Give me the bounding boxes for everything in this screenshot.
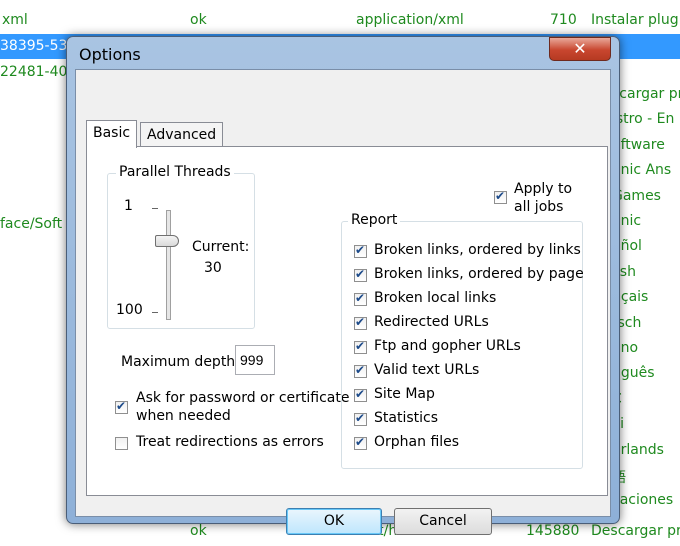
background-fragment: erlands [612,441,664,458]
report-item-label: Valid text URLs [374,362,480,378]
background-fragment: lish [612,263,636,280]
report-checkbox[interactable] [354,291,367,306]
ask-password-checkbox[interactable] [115,399,128,414]
background-fragment: añol [612,238,642,255]
background-fragment: ano [612,340,639,356]
background-fragment: C [612,391,680,407]
threads-slider-track[interactable] [166,210,171,320]
background-fragment: istro - En [612,111,675,128]
background-cell: xml [2,12,28,28]
report-group: Report Broken links, ordered by links Bro… [341,212,584,469]
report-item-label: Site Map [374,386,435,402]
background-cell: 22481-408 [0,64,77,80]
report-item-label: Redirected URLs [374,314,489,330]
report-checkbox[interactable] [354,243,367,258]
background-fragment: uguês [612,365,655,382]
report-checkbox[interactable] [354,435,367,450]
background-row[interactable]: xml ok application/xml 710 Instalar plug [0,8,680,33]
parallel-threads-group: Parallel Threads 1 100 Current: 30 [107,164,255,329]
tab-advanced[interactable]: Advanced [140,122,224,146]
slider-min-label: 1 [124,198,133,214]
report-checkbox[interactable] [354,411,367,426]
cancel-button[interactable]: Cancel [394,508,492,535]
background-fragment: 語 [612,467,680,487]
background-cell: 710 [550,12,577,28]
report-item-label: Ftp and gopher URLs [374,338,521,354]
background-fragment: onic [612,213,642,229]
ask-password-label-line2: when needed [136,408,231,424]
report-checkbox[interactable] [354,315,367,330]
report-checkbox[interactable] [354,267,367,282]
apply-all-jobs-checkbox[interactable] [494,189,507,204]
max-depth-label: Maximum depth: [121,354,240,370]
slider-tick [152,312,158,313]
options-dialog: Options ✕ Basic Advanced Parallel Thread… [66,36,620,535]
report-label: Report [348,212,401,228]
report-item-label: Broken links, ordered by links [374,242,581,258]
tab-basic[interactable]: Basic [86,120,138,148]
background-cell: ok [190,12,207,28]
treat-redirections-checkbox[interactable] [115,437,128,450]
background-fragment: Games [612,187,661,204]
dialog-client-area: Basic Advanced Parallel Threads 1 100 Cu… [75,69,611,535]
ok-button[interactable]: OK [286,508,382,535]
dialog-title: Options [79,45,141,64]
report-item-label: Statistics [374,410,438,426]
background-cell: Instalar plug [591,12,679,28]
report-item-label: Orphan files [374,434,460,450]
parallel-threads-label: Parallel Threads [116,164,234,180]
report-checkbox[interactable] [354,339,367,354]
apply-all-label-line2: all jobs [514,199,564,215]
background-fragment: scargar pr [612,86,680,102]
max-depth-input[interactable] [235,345,275,375]
tab-panel-basic: Parallel Threads 1 100 Current: 30 Maxim… [86,146,608,496]
ask-password-label: Ask for password or certificate [136,390,350,406]
current-label: Current: [192,239,250,255]
report-checkbox[interactable] [354,363,367,378]
background-cell: application/xml [356,12,464,28]
background-fragment: nçais [612,289,649,306]
apply-all-label: Apply to [514,181,573,197]
background-fragment: ki [612,416,680,432]
background-cell: 38395-535 [0,38,77,54]
treat-redirections-label: Treat redirections as errors [136,434,324,450]
background-fragment: tsch [612,314,642,331]
current-value: 30 [204,260,222,276]
report-checkbox[interactable] [354,387,367,402]
slider-tick [152,208,158,209]
background-fragment: onic Ans [612,162,672,179]
slider-max-label: 100 [116,302,143,318]
close-icon: ✕ [573,39,587,58]
close-button[interactable]: ✕ [549,37,611,61]
background-cell: face/Soft [0,216,63,232]
threads-slider-thumb[interactable] [155,235,179,247]
background-fragment: caciones [612,492,674,509]
report-item-label: Broken local links [374,290,497,306]
background-fragment: oftware [612,136,665,153]
report-item-label: Broken links, ordered by page [374,266,584,282]
